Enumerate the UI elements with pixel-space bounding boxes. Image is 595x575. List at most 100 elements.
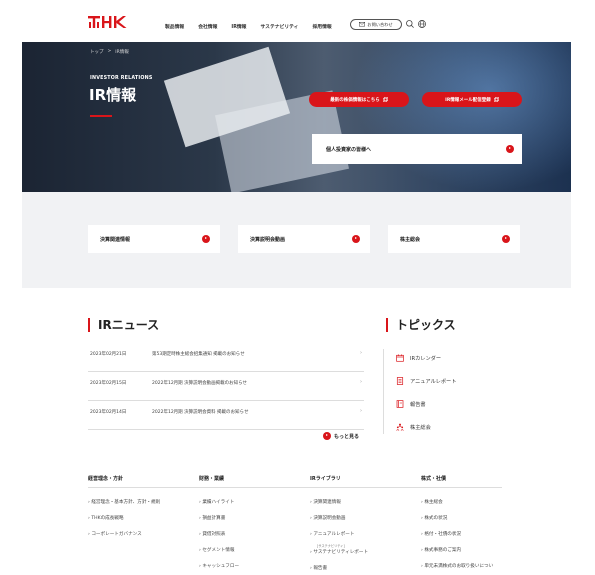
arrow-right-icon: [202, 235, 210, 243]
footer-link-label: キャッシュフロー: [202, 564, 240, 569]
footer-link-label: サステナビリティレポート: [313, 550, 369, 555]
hero-banner: トップ > IR情報 INVESTOR RELATIONS IR情報 最新の株価…: [22, 42, 571, 192]
footer-link-label: コーポレートガバナンス: [91, 532, 142, 537]
chevron-right-icon: ›: [360, 379, 362, 385]
topic-label: 報告書: [410, 401, 426, 408]
footer-link[interactable]: › コーポレートガバナンス: [88, 531, 142, 537]
title-underline: [90, 115, 112, 117]
footer-link[interactable]: › 決算関連情報: [310, 499, 341, 505]
footer-link-label: アニュアルレポート: [313, 532, 355, 537]
footer-link[interactable]: › 株式の状況: [421, 515, 447, 521]
footer-link[interactable]: › キャッシュフロー: [199, 563, 239, 569]
footer-link[interactable]: › 貸借対照表: [199, 531, 225, 537]
news-title[interactable]: 第53期定時株主総会招集通知 掲載のお知らせ: [152, 351, 245, 357]
topics-heading: トピックス: [386, 318, 456, 332]
column-divider: [383, 349, 384, 434]
topic-label: 株主総会: [410, 424, 431, 431]
individual-investors-card[interactable]: 個人投資家の皆様へ: [312, 134, 522, 164]
card-briefing-video[interactable]: 決算説明会動画: [238, 225, 370, 253]
news-row[interactable]: 2023年02月15日 2022年12月期 決算説明会動画掲載のお知らせ ›: [88, 372, 364, 401]
footer-link[interactable]: › セグメント情報: [199, 547, 234, 553]
footer-link-label: 決算説明会動画: [313, 516, 346, 521]
topic-shareholders-meeting[interactable]: 株主総会: [396, 423, 431, 431]
contact-button[interactable]: お問い合わせ: [350, 19, 402, 30]
footer-link-label: 報告書: [313, 566, 328, 571]
card-financial-results[interactable]: 決算関連情報: [88, 225, 220, 253]
arrow-right-icon: [323, 432, 331, 440]
card-shareholders-meeting[interactable]: 株主総会: [388, 225, 520, 253]
external-link-icon: [382, 97, 388, 102]
breadcrumb: トップ > IR情報: [90, 49, 129, 55]
news-title[interactable]: 2022年12月期 決算説明会動画掲載のお知らせ: [152, 380, 247, 386]
footer-link-label: 株式の状況: [424, 516, 448, 521]
calendar-icon: [396, 354, 404, 362]
nav-products[interactable]: 製品情報: [165, 23, 184, 30]
news-row[interactable]: 2023年02月21日 第53期定時株主総会招集通知 掲載のお知らせ ›: [88, 343, 364, 372]
card-label: 株主総会: [400, 237, 421, 243]
footer-link[interactable]: › 単元未満株式のお取り扱いについ: [421, 563, 493, 569]
nav-ir[interactable]: IR情報: [231, 23, 246, 30]
main-nav: 製品情報 会社情報 IR情報 サステナビリティ 採用情報: [165, 23, 346, 30]
ir-mail-label: IR情報メール配信登録: [445, 97, 491, 103]
footer-link-label: THKの成長戦略: [91, 516, 124, 521]
chevron-right-icon: ›: [360, 350, 362, 356]
stock-price-button[interactable]: 最新の株価情報はこちら: [309, 92, 409, 107]
book-icon: [396, 400, 404, 408]
arrow-right-icon: [502, 235, 510, 243]
card-label: 決算関連情報: [100, 237, 131, 243]
footer-link-label: セグメント情報: [202, 548, 235, 553]
footer-link[interactable]: › 格付・社債の状況: [421, 531, 461, 537]
topic-ir-calendar[interactable]: IRカレンダー: [396, 354, 441, 362]
more-news-link[interactable]: もっと見る: [323, 432, 359, 440]
hero-glow: [352, 42, 571, 192]
footer-link[interactable]: › 株主総会: [421, 499, 443, 505]
footer-link-label: 単元未満株式のお取り扱いについ: [424, 564, 494, 569]
contact-label: お問い合わせ: [367, 21, 393, 27]
footer-link-label: 株式事務のご案内: [424, 548, 462, 553]
footer-link[interactable]: › 決算説明会動画: [310, 515, 345, 521]
footer-link-label: 経営理念・基本方針、方針・規則: [91, 500, 161, 505]
footer-heading-philosophy: 経営理念・方針: [88, 476, 124, 482]
footer-link[interactable]: › THKの成長戦略: [88, 515, 124, 521]
chevron-right-icon: ›: [360, 408, 362, 414]
footer-heading-stock: 株式・社債: [421, 476, 447, 482]
nav-recruit[interactable]: 採用情報: [312, 23, 331, 30]
nav-sustainability[interactable]: サステナビリティ: [260, 23, 298, 30]
search-icon[interactable]: [405, 19, 415, 29]
topic-report[interactable]: 報告書: [396, 400, 426, 408]
footer-link-label: 格付・社債の状況: [424, 532, 462, 537]
topic-label: IRカレンダー: [410, 355, 442, 362]
site-header: 製品情報 会社情報 IR情報 サステナビリティ 採用情報 お問い合わせ: [0, 0, 595, 42]
individual-investors-label: 個人投資家の皆様へ: [326, 147, 372, 153]
footer-link-label: 貸借対照表: [202, 532, 226, 537]
news-date: 2023年02月14日: [90, 410, 127, 415]
more-label: もっと見る: [334, 433, 360, 440]
arrow-right-icon: [352, 235, 360, 243]
ir-mail-button[interactable]: IR情報メール配信登録: [422, 92, 522, 107]
footer-link[interactable]: › 損益計算書: [199, 515, 225, 521]
footer-heading-financial: 財務・業績: [199, 476, 225, 482]
footer-link[interactable]: › 経営理念・基本方針、方針・規則: [88, 499, 160, 505]
footer-link[interactable]: › 業績ハイライト: [199, 499, 234, 505]
breadcrumb-top[interactable]: トップ: [90, 49, 104, 55]
globe-icon[interactable]: [417, 19, 427, 29]
topic-annual-report[interactable]: アニュアルレポート: [396, 377, 456, 385]
thk-logo[interactable]: [88, 15, 128, 29]
footer-link-note: [サステナビリティ]: [317, 544, 345, 548]
footer-link-label: 株主総会: [424, 500, 443, 505]
ir-news-heading: IRニュース: [88, 318, 159, 332]
footer-link[interactable]: › アニュアルレポート: [310, 531, 354, 537]
topic-label: アニュアルレポート: [410, 378, 457, 385]
footer-link[interactable]: › 株式事務のご案内: [421, 547, 461, 553]
footer-link[interactable]: › 報告書: [310, 565, 327, 571]
footer-link-label: 業績ハイライト: [202, 500, 235, 505]
footer-link-label: 決算関連情報: [313, 500, 341, 505]
external-link-icon: [493, 97, 499, 102]
news-title[interactable]: 2022年12月期 決算説明会資料 掲載のお知らせ: [152, 409, 248, 415]
news-row[interactable]: 2023年02月14日 2022年12月期 決算説明会資料 掲載のお知らせ ›: [88, 401, 364, 430]
page-title: IR情報: [89, 86, 137, 104]
footer-link[interactable]: › サステナビリティレポート: [310, 549, 368, 555]
nav-company[interactable]: 会社情報: [198, 23, 217, 30]
hero-eyebrow: INVESTOR RELATIONS: [90, 76, 153, 81]
footer-divider: [88, 487, 502, 488]
